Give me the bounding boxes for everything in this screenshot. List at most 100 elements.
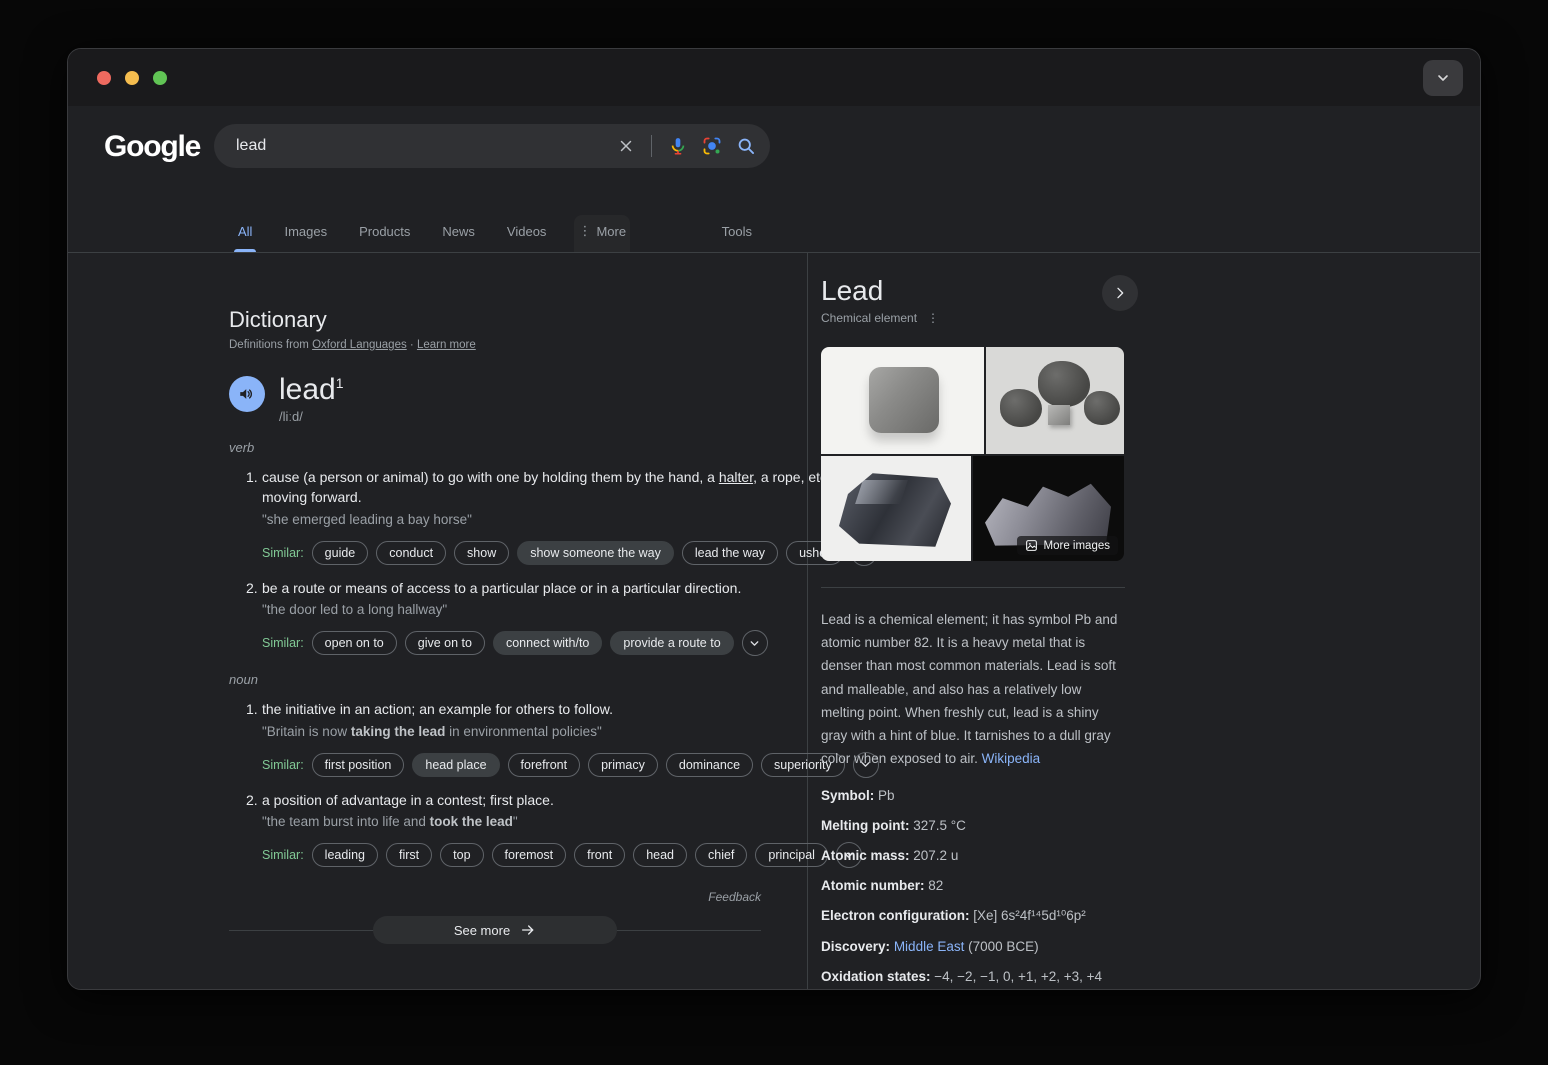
lead-crystals-image[interactable]	[986, 347, 1124, 454]
pronounce-button[interactable]	[229, 376, 265, 412]
galena-ore-image[interactable]: More images	[973, 456, 1124, 561]
small-cube-shape	[1048, 405, 1070, 425]
definition-entry: 1.the initiative in an action; an exampl…	[229, 699, 761, 778]
similar-chip[interactable]: head place	[412, 753, 499, 777]
headword-row: lead1 /liːd/	[229, 373, 761, 424]
definition-body: the initiative in an action; an example …	[262, 699, 879, 778]
clear-search-button[interactable]	[617, 137, 635, 155]
lead-chunk-image[interactable]	[821, 456, 971, 561]
similar-chip[interactable]: dominance	[666, 753, 753, 777]
more-vert-icon[interactable]: ⋮	[927, 311, 939, 325]
learn-more-link[interactable]: Learn more	[417, 339, 476, 351]
similar-chip[interactable]: primacy	[588, 753, 658, 777]
google-logo[interactable]: Google	[104, 130, 200, 164]
speaker-icon	[238, 385, 256, 403]
more-vert-icon: ⋮	[578, 223, 591, 239]
inline-link[interactable]: Wikipedia	[982, 751, 1041, 766]
kp-next-button[interactable]	[1102, 275, 1138, 311]
similar-row: Similar:leadingfirsttopforemostfronthead…	[262, 842, 862, 868]
column-divider	[807, 253, 808, 990]
tab-news[interactable]: News	[438, 224, 479, 252]
results-content: Dictionary Definitions from Oxford Langu…	[68, 253, 1480, 990]
oxford-languages-link[interactable]: Oxford Languages	[312, 339, 407, 351]
search-bar-divider	[651, 135, 652, 157]
similar-chip[interactable]: principal	[755, 843, 828, 867]
tab-products[interactable]: Products	[355, 224, 414, 252]
voice-search-button[interactable]	[668, 136, 688, 156]
similar-label: Similar:	[262, 758, 304, 772]
source-separator: ·	[407, 339, 417, 351]
minimize-window-button[interactable]	[125, 71, 139, 85]
zoom-window-button[interactable]	[153, 71, 167, 85]
similar-chip[interactable]: give on to	[405, 631, 485, 655]
headword-text: lead	[279, 373, 336, 406]
tab-label: Images	[284, 224, 327, 239]
similar-chip[interactable]: head	[633, 843, 687, 867]
google-lens-button[interactable]	[702, 136, 722, 156]
tab-label: Videos	[507, 224, 547, 239]
lead-cube-shape	[869, 367, 939, 433]
kp-fact-row: Electron configuration: [Xe] 6s²4f¹⁴5d¹⁰…	[821, 907, 1125, 925]
kp-fact-row: Melting point: 327.5 °C	[821, 817, 1125, 835]
window-dropdown-button[interactable]	[1423, 60, 1463, 96]
fact-label: Atomic number:	[821, 878, 925, 893]
definition-entry: 2.a position of advantage in a contest; …	[229, 790, 761, 869]
dictionary-feedback-link[interactable]: Feedback	[229, 890, 761, 904]
tab-label: More	[596, 224, 626, 239]
similar-chip[interactable]: connect with/to	[493, 631, 602, 655]
similar-label: Similar:	[262, 546, 304, 560]
text-part: Pb	[874, 788, 894, 803]
fact-label: Oxidation states:	[821, 969, 931, 984]
see-more-button[interactable]: See more	[373, 916, 617, 944]
similar-chip[interactable]: leading	[312, 843, 378, 867]
kp-header: Lead Chemical element ⋮	[821, 275, 1125, 325]
similar-chip[interactable]: top	[440, 843, 483, 867]
more-images-button[interactable]: More images	[1017, 536, 1118, 555]
text-part: "	[513, 814, 518, 829]
chevron-right-icon	[1112, 285, 1128, 301]
tab-label: News	[442, 224, 475, 239]
part-of-speech-label: noun	[229, 672, 761, 687]
more-images-label: More images	[1044, 540, 1110, 552]
kp-fact-row: Atomic number: 82	[821, 877, 1125, 895]
dictionary-source: Definitions from Oxford Languages · Lear…	[229, 339, 761, 351]
search-submit-button[interactable]	[736, 136, 756, 156]
expand-similar-button[interactable]	[742, 630, 768, 656]
tools-button[interactable]: Tools	[722, 224, 752, 239]
similar-chip[interactable]: first	[386, 843, 432, 867]
similar-chip[interactable]: open on to	[312, 631, 397, 655]
tab-all[interactable]: All	[234, 224, 256, 252]
similar-chip[interactable]: lead the way	[682, 541, 778, 565]
kp-facts: Symbol: PbMelting point: 327.5 °CAtomic …	[821, 787, 1125, 990]
similar-chip[interactable]: guide	[312, 541, 369, 565]
headword-superscript: 1	[336, 375, 344, 391]
example-quote: "she emerged leading a bay horse"	[262, 510, 877, 530]
tab-more[interactable]: ⋮ More	[574, 215, 630, 252]
similar-chip[interactable]: chief	[695, 843, 747, 867]
similar-chip[interactable]: show someone the way	[517, 541, 674, 565]
tab-images[interactable]: Images	[280, 224, 331, 252]
text-part: Lead is a chemical element; it has symbo…	[821, 612, 1117, 766]
definition-entry: 1.cause (a person or animal) to go with …	[229, 467, 761, 566]
definition-number: 1.	[229, 467, 262, 566]
close-window-button[interactable]	[97, 71, 111, 85]
kp-image-row: More images	[821, 456, 1124, 561]
text-part: 207.2 u	[910, 848, 959, 863]
similar-chip[interactable]: show	[454, 541, 509, 565]
fact-label: Discovery:	[821, 939, 890, 954]
kp-title: Lead	[821, 275, 1125, 307]
similar-chip[interactable]: conduct	[376, 541, 446, 565]
inline-link[interactable]: halter	[719, 469, 753, 485]
similar-chip[interactable]: provide a route to	[610, 631, 733, 655]
similar-chip[interactable]: first position	[312, 753, 405, 777]
similar-chip[interactable]: foremost	[492, 843, 567, 867]
tab-videos[interactable]: Videos	[503, 224, 551, 252]
similar-label: Similar:	[262, 636, 304, 650]
search-bar[interactable]	[214, 124, 770, 168]
lead-cube-image[interactable]	[821, 347, 984, 454]
similar-chip[interactable]: front	[574, 843, 625, 867]
inline-link[interactable]: Middle East	[894, 939, 965, 954]
similar-chip[interactable]: forefront	[508, 753, 581, 777]
search-input[interactable]	[236, 137, 617, 155]
text-part: 327.5 °C	[909, 818, 965, 833]
